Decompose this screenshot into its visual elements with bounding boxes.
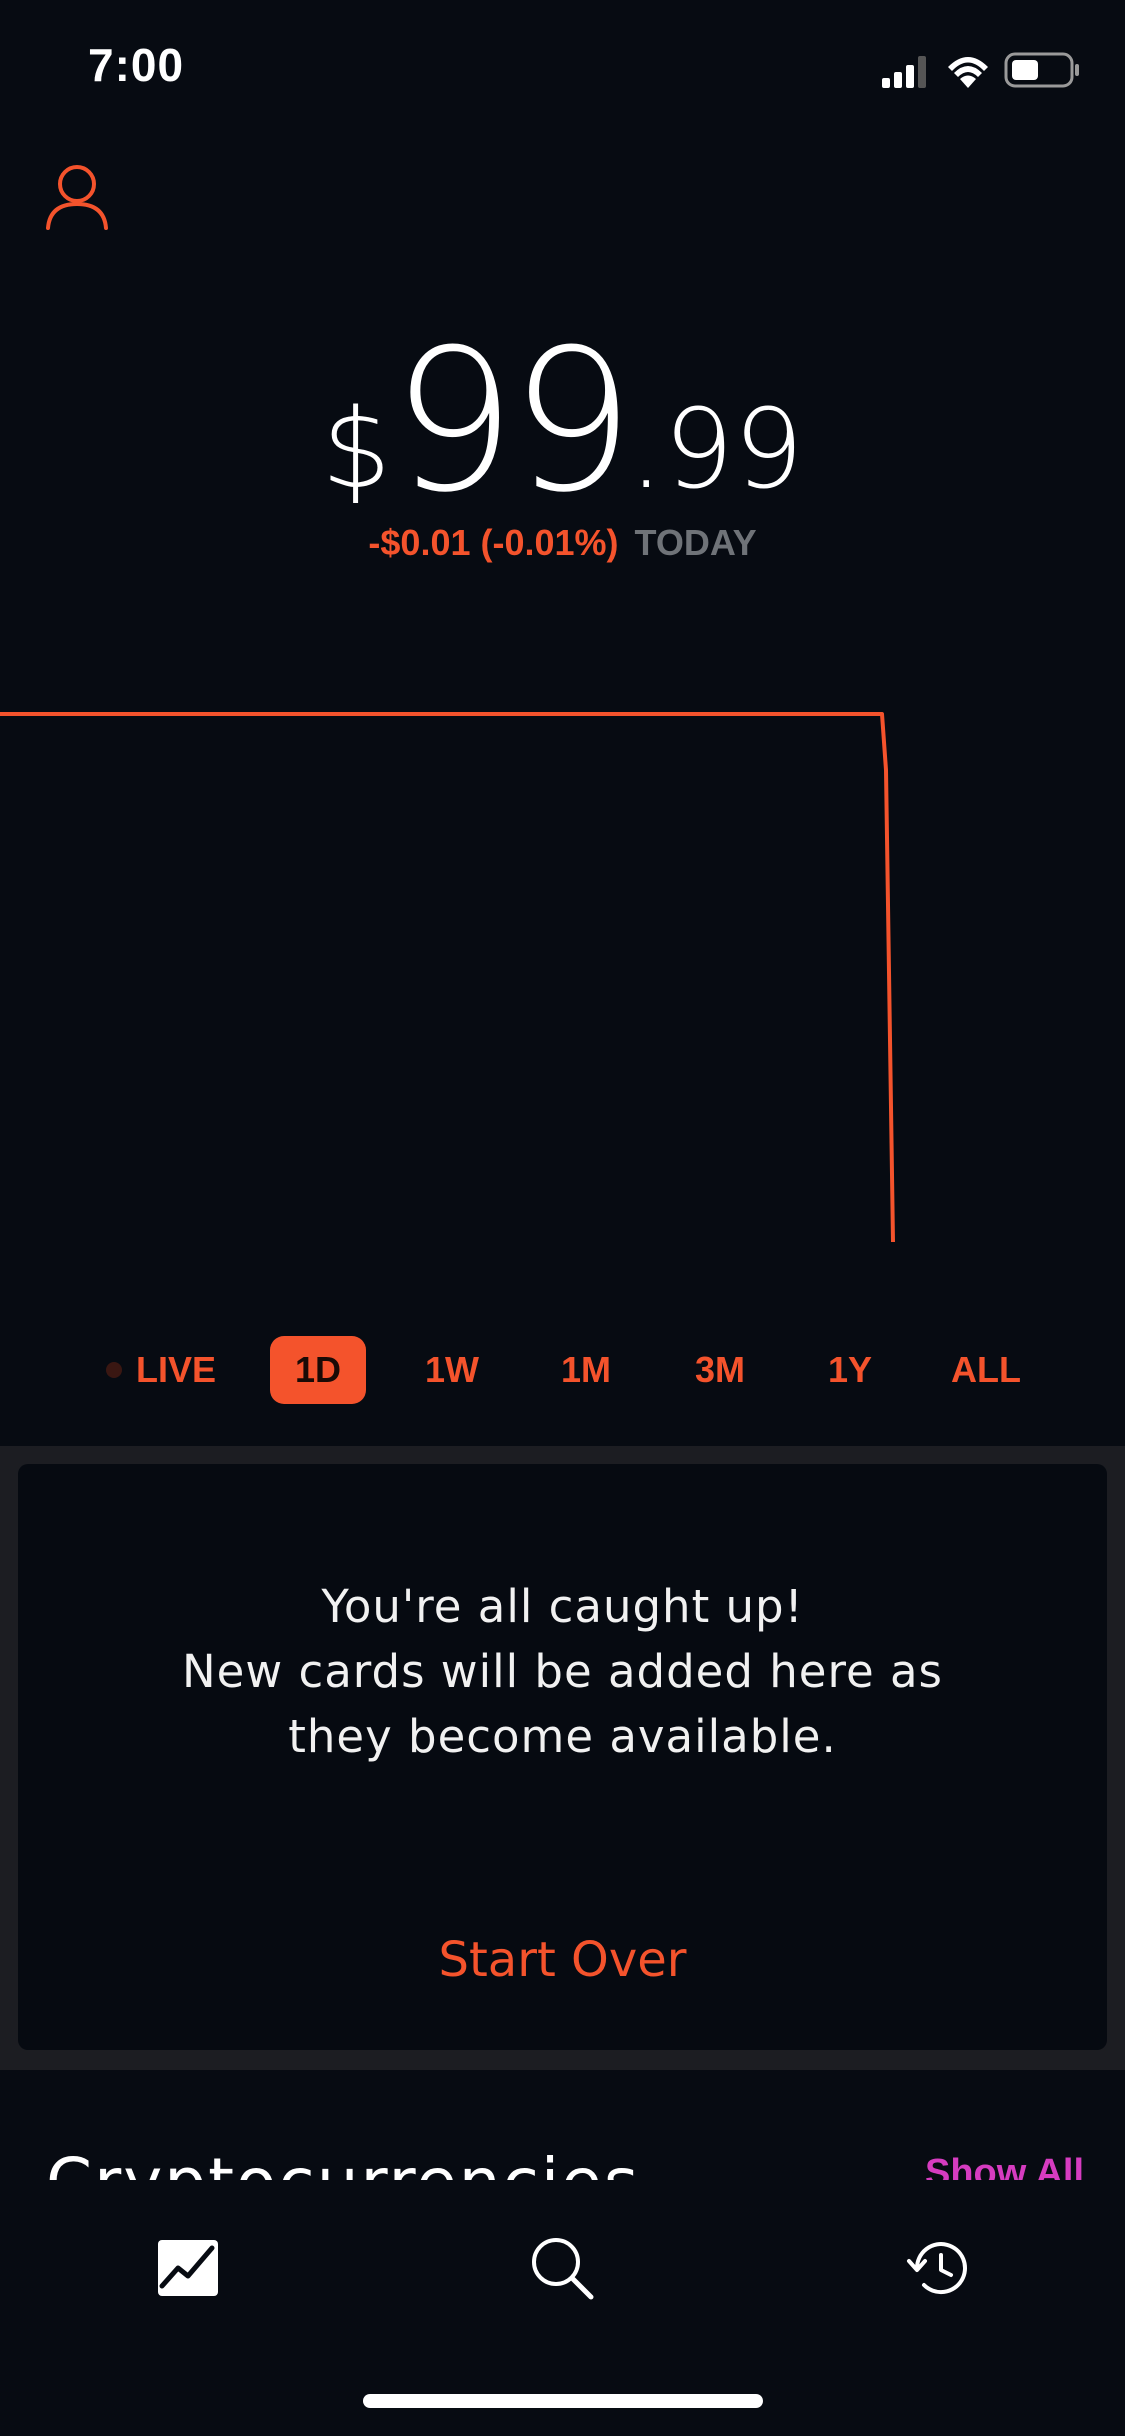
card-message-line2: New cards will be added here as (182, 1645, 943, 1698)
nav-search[interactable] (522, 2228, 602, 2308)
signal-wifi-battery-icon (882, 52, 1079, 88)
start-over-button[interactable]: Start Over (380, 1920, 745, 2000)
range-1y[interactable]: 1Y (802, 1336, 898, 1404)
search-icon (532, 2238, 594, 2300)
range-label: 1W (425, 1349, 479, 1390)
range-1d[interactable]: 1D (270, 1336, 366, 1404)
change-amount: -$0.01 (-0.01%) (368, 522, 619, 563)
range-live[interactable]: LIVE (96, 1336, 226, 1404)
profile-icon[interactable] (44, 162, 110, 232)
nav-portfolio[interactable] (148, 2228, 228, 2308)
range-3m[interactable]: 3M (672, 1336, 768, 1404)
range-label: ALL (951, 1349, 1021, 1390)
range-all[interactable]: ALL (936, 1336, 1036, 1404)
live-dot-icon (105, 1362, 122, 1378)
range-label: LIVE (135, 1349, 216, 1390)
card-message-line1: You're all caught up! (321, 1580, 804, 1633)
range-label: 1Y (827, 1349, 873, 1390)
change-period: TODAY (634, 522, 757, 563)
price-chart[interactable] (0, 690, 1125, 1250)
status-time: 7:00 (88, 39, 185, 91)
range-label: 1D (294, 1349, 342, 1390)
crypto-section-header: Cryptocurrencies Show All (0, 2100, 1125, 2180)
card-message: You're all caught up! New cards will be … (18, 1574, 1107, 1769)
home-indicator[interactable] (363, 2394, 763, 2408)
range-selector: LIVE 1D 1W 1M 3M 1Y ALL (0, 1336, 1125, 1406)
price-line (0, 712, 895, 1243)
portfolio-value: $ 99 .99 (0, 307, 1125, 536)
range-label: 3M (694, 1349, 745, 1390)
range-1w[interactable]: 1W (404, 1336, 500, 1404)
history-icon (907, 2242, 967, 2295)
show-all-link[interactable]: Show All (925, 2152, 1084, 2180)
value-whole: 99 (391, 307, 634, 536)
value-cents: .99 (628, 385, 804, 513)
range-1m[interactable]: 1M (538, 1336, 634, 1404)
value-dollar-sign: $ (321, 385, 392, 513)
nav-history[interactable] (898, 2228, 978, 2308)
section-title: Cryptocurrencies (46, 2144, 640, 2180)
daily-change: -$0.01 (-0.01%) TODAY (0, 522, 1125, 564)
status-icons (876, 48, 1086, 92)
chart-icon (158, 2240, 218, 2296)
range-label: 1M (560, 1349, 611, 1390)
card-message-line3: they become available. (288, 1710, 837, 1763)
